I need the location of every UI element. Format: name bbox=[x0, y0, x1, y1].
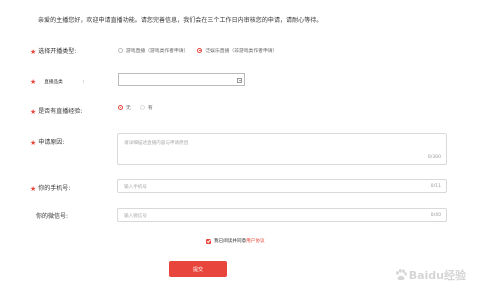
phone-placeholder: 输入手机号 bbox=[124, 185, 147, 190]
reason-label: ★ 申请原因: bbox=[30, 139, 65, 147]
category-label: ★ 直播品类: bbox=[30, 78, 85, 86]
agreement-checkbox[interactable] bbox=[206, 238, 211, 244]
radio-no-experience[interactable]: 无 bbox=[118, 104, 131, 111]
required-mark: ★ bbox=[30, 48, 37, 56]
broadcast-type-label: ★ 选择开播类型: bbox=[30, 48, 77, 56]
radio-circle[interactable] bbox=[118, 48, 123, 53]
category-select[interactable] bbox=[118, 73, 245, 86]
required-mark: ★ bbox=[30, 78, 37, 86]
chevron-down-icon[interactable] bbox=[237, 78, 242, 83]
baidu-watermark: Baidu经验 bbox=[394, 267, 466, 283]
intro-text: 亲爱的主播您好，欢迎申请直播功能。请您完善信息，我们会在三个工作日内审核您的申请… bbox=[38, 17, 323, 24]
agreement-row[interactable]: 我已阅读并同意用户协议 bbox=[206, 238, 265, 244]
radio-circle-selected[interactable] bbox=[118, 105, 123, 110]
wechat-placeholder: 输入微信号 bbox=[124, 214, 147, 219]
phone-label: ★ 你的手机号: bbox=[30, 185, 71, 193]
broadcast-type-radio-group: 游戏直播（游戏类作者申请） 泛娱乐直播（非游戏类作者申请） bbox=[118, 47, 286, 54]
submit-button[interactable]: 提交 bbox=[169, 261, 227, 277]
experience-radio-group: 无 有 bbox=[118, 104, 162, 111]
radio-circle-selected[interactable] bbox=[197, 48, 203, 53]
watermark-text: Baidu经验 bbox=[408, 269, 466, 282]
phone-input[interactable]: 输入手机号 0/11 bbox=[117, 179, 447, 193]
paw-logo-icon bbox=[395, 268, 407, 281]
radio-circle[interactable] bbox=[139, 105, 145, 110]
reason-counter: 0/300 bbox=[427, 155, 441, 160]
wechat-counter: 0/40 bbox=[430, 213, 441, 218]
radio-has-experience[interactable]: 有 bbox=[139, 104, 153, 111]
reason-placeholder: 请详细描述直播内容与申请原因 bbox=[124, 141, 189, 146]
radio-entertainment-live[interactable]: 泛娱乐直播（非游戏类作者申请） bbox=[197, 47, 277, 54]
required-mark: ★ bbox=[30, 185, 37, 193]
required-mark: ★ bbox=[30, 108, 37, 116]
reason-textarea[interactable]: 请详细描述直播内容与申请原因 0/300 bbox=[117, 133, 447, 165]
phone-counter: 0/11 bbox=[430, 184, 441, 189]
experience-label: ★ 是否有直播经验: bbox=[30, 108, 83, 116]
wechat-input[interactable]: 输入微信号 0/40 bbox=[117, 208, 447, 222]
agreement-text: 我已阅读并同意用户协议 bbox=[214, 239, 265, 244]
radio-game-live[interactable]: 游戏直播（游戏类作者申请） bbox=[118, 47, 188, 54]
wechat-label: 你的微信号: bbox=[36, 213, 69, 220]
user-agreement-link[interactable]: 用户协议 bbox=[246, 239, 264, 244]
required-mark: ★ bbox=[30, 139, 37, 147]
